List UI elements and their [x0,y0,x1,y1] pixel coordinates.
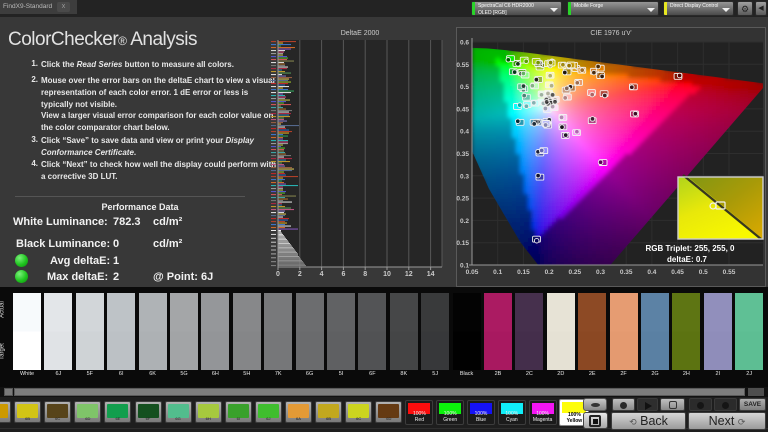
svg-text:0: 0 [276,271,280,278]
svg-text:8: 8 [363,271,367,278]
svg-text:DeltaE 2000: DeltaE 2000 [341,30,380,37]
svg-text:0.6: 0.6 [460,40,469,47]
svg-text:0.55: 0.55 [723,269,736,276]
svg-text:10: 10 [383,271,391,278]
svg-text:0.35: 0.35 [620,269,633,276]
svg-text:0.35: 0.35 [456,151,469,158]
svg-text:0.55: 0.55 [456,62,469,69]
svg-text:4: 4 [320,271,324,278]
svg-text:CIE 1976 u'v': CIE 1976 u'v' [590,30,631,37]
svg-text:deltaE: 0.7: deltaE: 0.7 [667,255,708,264]
svg-text:0.3: 0.3 [596,269,605,276]
svg-text:0.2: 0.2 [545,269,554,276]
svg-text:2: 2 [298,271,302,278]
svg-text:0.3: 0.3 [460,173,469,180]
svg-text:14: 14 [427,271,435,278]
svg-text:0.1: 0.1 [493,269,502,276]
svg-text:0.2: 0.2 [460,218,469,225]
svg-text:0.45: 0.45 [671,269,684,276]
svg-text:0.45: 0.45 [456,106,469,113]
svg-text:0.15: 0.15 [517,269,530,276]
svg-text:0.25: 0.25 [456,196,469,203]
svg-text:RGB Triplet: 255, 255, 0: RGB Triplet: 255, 255, 0 [646,244,735,253]
svg-text:0.05: 0.05 [466,269,479,276]
svg-text:0.5: 0.5 [460,84,469,91]
svg-text:12: 12 [405,271,413,278]
svg-text:0.5: 0.5 [699,269,708,276]
svg-text:0.15: 0.15 [456,240,469,247]
svg-text:6: 6 [341,271,345,278]
svg-text:0.25: 0.25 [568,269,581,276]
svg-text:0.4: 0.4 [647,269,656,276]
svg-text:0.4: 0.4 [460,129,469,136]
